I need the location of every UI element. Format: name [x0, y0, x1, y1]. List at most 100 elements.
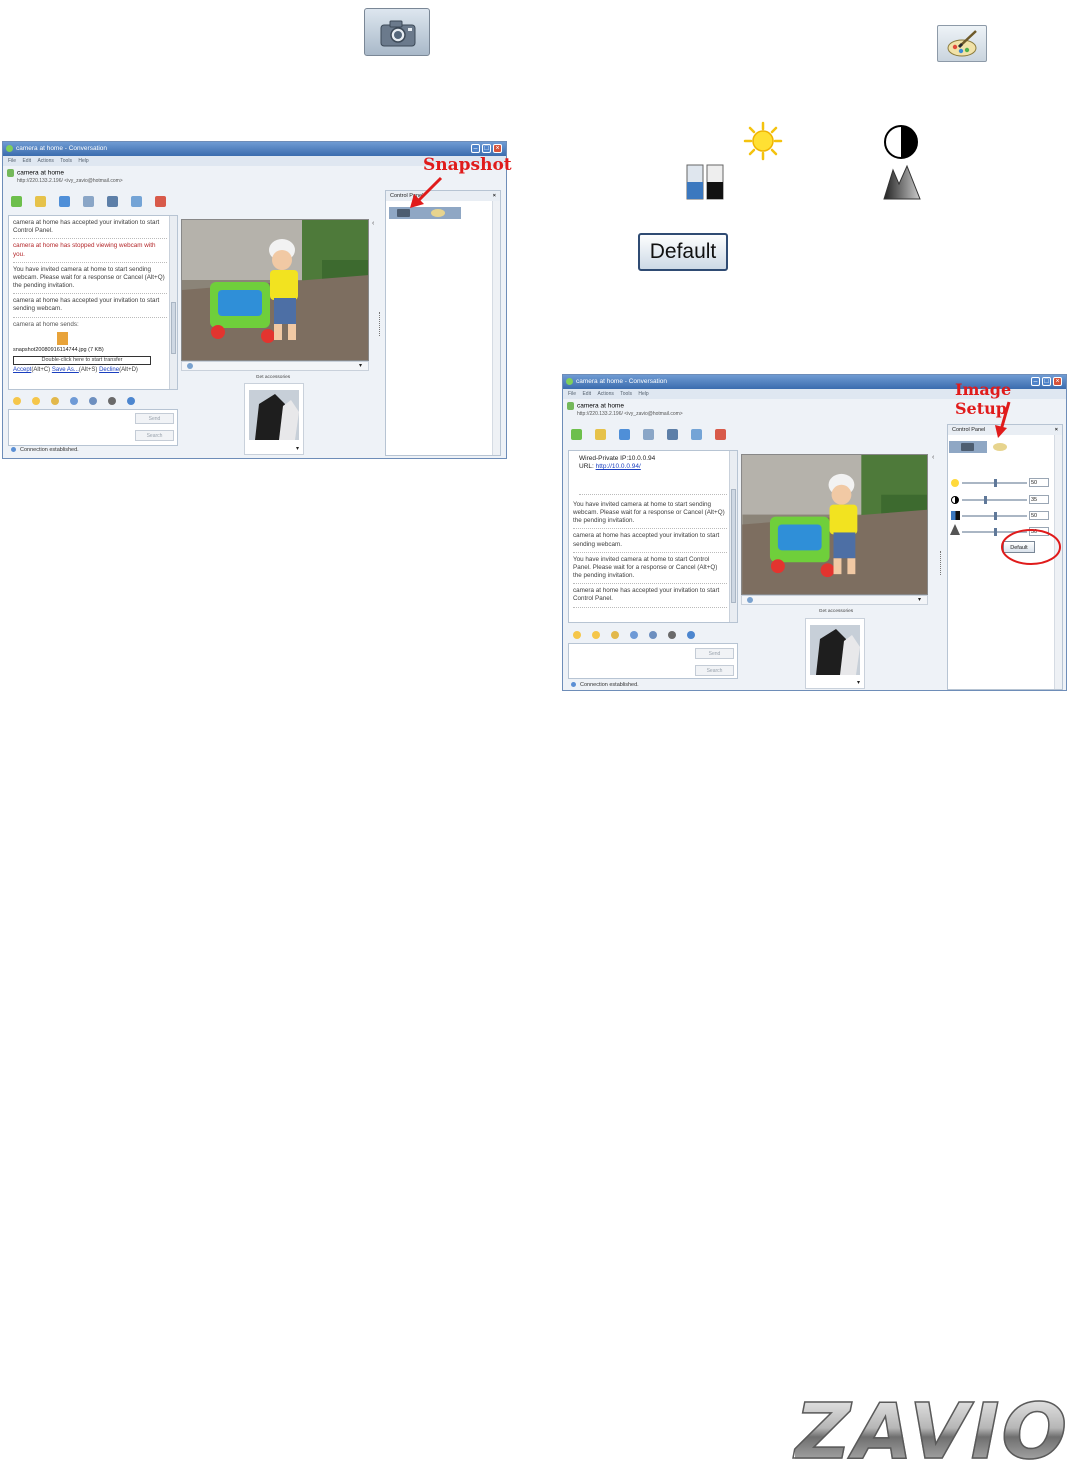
camera-icon[interactable] — [961, 443, 974, 451]
menu-tools[interactable]: Tools — [620, 391, 632, 397]
contact-header: camera at home http://220.133.2.196/ <iv… — [7, 169, 123, 184]
activities-icon[interactable] — [107, 195, 118, 207]
wink-icon[interactable] — [592, 631, 600, 639]
chevron-down-icon[interactable]: ▾ — [296, 445, 299, 452]
slider-knob[interactable] — [983, 496, 987, 504]
display-picture[interactable]: ▾ — [805, 618, 865, 689]
conversation-window-image-setup: camera at home - Conversation – □ × File… — [562, 374, 1067, 691]
menu-actions[interactable]: Actions — [37, 158, 53, 164]
maximize-button[interactable]: □ — [482, 144, 491, 153]
menu-file[interactable]: File — [568, 391, 576, 397]
call-icon[interactable] — [643, 428, 654, 440]
palette-brush-icon[interactable] — [993, 443, 1007, 451]
message-input[interactable]: Send Search — [8, 409, 178, 446]
close-icon[interactable]: × — [493, 191, 496, 201]
close-icon[interactable]: × — [1055, 425, 1058, 435]
emoticon-icon[interactable] — [573, 631, 581, 639]
chat-scrollbar[interactable] — [169, 216, 177, 389]
webcam-icon[interactable] — [59, 195, 70, 207]
minimize-button[interactable]: – — [471, 144, 480, 153]
splitter[interactable] — [940, 551, 942, 575]
emoticon-icon[interactable] — [13, 397, 21, 405]
activities-icon[interactable] — [667, 428, 678, 440]
chat-scrollbar[interactable] — [729, 451, 737, 622]
block-icon[interactable] — [715, 428, 726, 440]
contrast-value[interactable]: 35 — [1029, 495, 1049, 504]
transfer-hint[interactable]: Double-click here to start transfer — [13, 355, 151, 365]
collapse-arrow-icon[interactable]: ‹ — [372, 220, 374, 227]
contrast-slider[interactable]: 35 — [950, 495, 1054, 505]
chevron-down-icon[interactable]: ▾ — [918, 596, 921, 603]
background-icon[interactable] — [51, 397, 59, 405]
nudge-icon[interactable] — [630, 631, 638, 639]
slider-knob[interactable] — [993, 479, 997, 487]
mountain-icon — [883, 164, 921, 200]
collapse-arrow-icon[interactable]: ‹ — [932, 454, 934, 461]
brightness-slider[interactable]: 50 — [950, 478, 1054, 488]
block-icon[interactable] — [155, 195, 166, 207]
palette-brush-icon[interactable] — [431, 209, 445, 217]
search-button[interactable]: Search — [135, 430, 174, 441]
brightness-value[interactable]: 50 — [1029, 478, 1049, 487]
horse-picture — [810, 625, 860, 675]
handwrite-icon[interactable] — [108, 397, 116, 405]
call-icon[interactable] — [83, 195, 94, 207]
saturation-value[interactable]: 50 — [1029, 511, 1049, 520]
send-files-icon[interactable] — [35, 195, 46, 207]
send-button[interactable]: Send — [135, 413, 174, 424]
message-input[interactable]: Send Search — [568, 643, 738, 679]
decline-link[interactable]: Decline — [99, 367, 119, 373]
voice-clip-icon[interactable] — [687, 631, 695, 639]
voice-clip-icon[interactable] — [127, 397, 135, 405]
camera-icon[interactable] — [397, 209, 410, 217]
menu-file[interactable]: File — [8, 158, 16, 164]
close-button[interactable]: × — [493, 144, 502, 153]
display-picture[interactable]: ▾ — [244, 383, 304, 455]
menu-help[interactable]: Help — [78, 158, 88, 164]
accept-shortcut: (Alt+C) — [31, 367, 51, 373]
font-icon[interactable] — [89, 397, 97, 405]
menu-help[interactable]: Help — [638, 391, 648, 397]
menu-edit[interactable]: Edit — [582, 391, 591, 397]
webcam-settings-icon[interactable] — [187, 363, 193, 369]
menu-actions[interactable]: Actions — [597, 391, 613, 397]
font-icon[interactable] — [649, 631, 657, 639]
webcam-settings-icon[interactable] — [747, 597, 753, 603]
background-icon[interactable] — [611, 631, 619, 639]
send-files-icon[interactable] — [595, 428, 606, 440]
accept-link[interactable]: Accept — [13, 367, 31, 373]
invite-icon[interactable] — [11, 195, 22, 207]
formatting-toolbar — [573, 629, 706, 641]
file-icon[interactable] — [57, 331, 68, 345]
handwrite-icon[interactable] — [668, 631, 676, 639]
nudge-icon[interactable] — [70, 397, 78, 405]
get-accessories-label[interactable]: Get accessories — [806, 609, 866, 614]
slider-knob[interactable] — [993, 528, 997, 536]
half-circle-icon — [884, 125, 918, 159]
get-accessories-label[interactable]: Get accessories — [243, 375, 303, 380]
webcam-icon[interactable] — [619, 428, 630, 440]
connection-icon — [571, 682, 576, 688]
splitter[interactable] — [379, 312, 381, 336]
menu-edit[interactable]: Edit — [22, 158, 31, 164]
games-icon[interactable] — [691, 428, 702, 440]
games-icon[interactable] — [131, 195, 142, 207]
control-panel-scrollbar[interactable] — [492, 201, 500, 455]
contact-address: http://220.133.2.196/ <ivy_zavio@hotmail… — [17, 178, 123, 184]
slider-knob[interactable] — [993, 512, 997, 520]
conversation-history: Wired-Private IP:10.0.0.94 URL: http://1… — [568, 450, 738, 623]
camera-url-link[interactable]: http://10.0.0.94/ — [596, 463, 641, 470]
save-as-link[interactable]: Save As... — [52, 367, 79, 373]
search-button[interactable]: Search — [695, 665, 734, 676]
chevron-down-icon[interactable]: ▾ — [857, 679, 860, 686]
send-button[interactable]: Send — [695, 648, 734, 659]
wink-icon[interactable] — [32, 397, 40, 405]
chevron-down-icon[interactable]: ▾ — [359, 362, 362, 369]
message-1: camera at home has accepted your invitat… — [13, 219, 167, 240]
menu-tools[interactable]: Tools — [60, 158, 72, 164]
window-title: camera at home - Conversation — [16, 145, 108, 152]
saturation-slider[interactable]: 50 — [950, 511, 1054, 521]
formatting-toolbar — [13, 395, 146, 407]
invite-icon[interactable] — [571, 428, 582, 440]
messenger-icon — [6, 145, 13, 152]
